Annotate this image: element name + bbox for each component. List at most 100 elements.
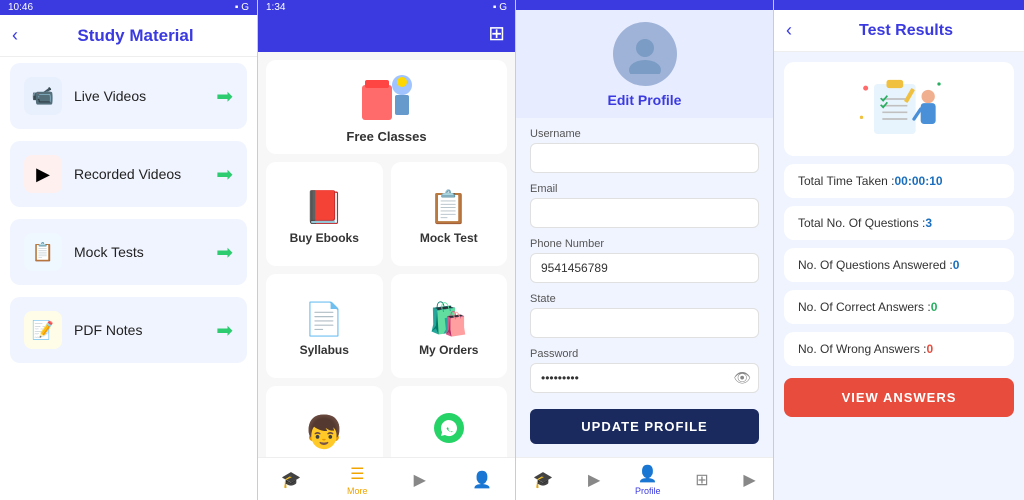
- time-1: 10:46: [8, 2, 33, 13]
- bottombar-2: 🎓 ☰ More ▶ 👤: [258, 457, 515, 500]
- home-grid-panel: 1:34 ▪ G ⊞ Free Classes 📕 Buy Ebooks 📋 M…: [258, 0, 516, 500]
- grid-item-syllabus[interactable]: 📄 Syllabus: [266, 274, 383, 378]
- test-results-body: Total Time Taken : 00:00:10 Total No. Of…: [774, 52, 1024, 500]
- wrong-value: 0: [927, 342, 934, 356]
- bottombar-3: 🎓 ▶ 👤 Profile ⊞ ▶: [516, 457, 773, 500]
- topbar-4: [774, 0, 1024, 10]
- home-grid-menu: 📕 Buy Ebooks 📋 Mock Test 📄 Syllabus 🛍️ M…: [258, 162, 515, 500]
- p3-videos[interactable]: ▶: [588, 470, 600, 490]
- total-q-value: 3: [925, 216, 932, 230]
- menu-item-live-videos[interactable]: 📹 Live Videos ➡: [10, 63, 247, 129]
- password-input[interactable]: [530, 363, 759, 393]
- password-group: Password 👁: [530, 348, 759, 393]
- bottombar-home[interactable]: 🎓: [281, 470, 301, 490]
- orders-icon: 🛍️: [429, 300, 469, 338]
- total-q-label: Total No. Of Questions :: [798, 216, 925, 230]
- email-group: Email: [530, 183, 759, 228]
- correct-label: No. Of Correct Answers :: [798, 300, 931, 314]
- test-results-panel: ‹ Test Results: [774, 0, 1024, 500]
- mock-tests-icon: 📋: [24, 233, 62, 271]
- username-input[interactable]: [530, 143, 759, 173]
- recorded-videos-label: Recorded Videos: [74, 166, 216, 182]
- email-label: Email: [530, 183, 759, 195]
- bottombar-videos[interactable]: ▶: [414, 470, 426, 490]
- p3-home[interactable]: 🎓: [533, 470, 553, 490]
- update-profile-button[interactable]: UPDATE PROFILE: [530, 409, 759, 444]
- panel1-title: Study Material: [26, 26, 245, 46]
- correct-value: 0: [931, 300, 938, 314]
- more-icon: ☰: [350, 464, 364, 484]
- mock-test-icon: 📋: [429, 188, 469, 226]
- status-bar-2: 1:34 ▪ G: [258, 0, 515, 15]
- back-button-4[interactable]: ‹: [786, 20, 792, 41]
- status-icons-2: ▪ G: [493, 2, 507, 13]
- grid-item-buy-ebooks[interactable]: 📕 Buy Ebooks: [266, 162, 383, 266]
- ebook-icon: 📕: [304, 188, 344, 226]
- password-label: Password: [530, 348, 759, 360]
- header-1: ‹ Study Material: [0, 15, 257, 57]
- mock-tests-arrow: ➡: [216, 240, 233, 265]
- study-material-panel: 10:46 ▪ G ‹ Study Material 📹 Live Videos…: [0, 0, 258, 500]
- phone-input[interactable]: [530, 253, 759, 283]
- pdf-notes-arrow: ➡: [216, 318, 233, 343]
- email-input[interactable]: [530, 198, 759, 228]
- grid-item-my-orders[interactable]: 🛍️ My Orders: [391, 274, 508, 378]
- grid-icon[interactable]: ⊞: [488, 21, 505, 46]
- bottombar-profile-2[interactable]: 👤: [472, 470, 492, 490]
- free-classes-illustration: [357, 70, 417, 125]
- edit-profile-title: Edit Profile: [608, 92, 682, 108]
- answered-value: 0: [953, 258, 960, 272]
- menu-item-pdf-notes[interactable]: 📝 PDF Notes ➡: [10, 297, 247, 363]
- profile-section: Edit Profile: [516, 10, 773, 118]
- bottombar-more[interactable]: ☰ More: [347, 464, 368, 496]
- result-wrong-card: No. Of Wrong Answers : 0: [784, 332, 1014, 366]
- p3-videos-icon: ▶: [588, 470, 600, 490]
- phone-group: Phone Number: [530, 238, 759, 283]
- wrong-label: No. Of Wrong Answers :: [798, 342, 927, 356]
- state-input[interactable]: [530, 308, 759, 338]
- p3-home-icon: 🎓: [533, 470, 553, 490]
- username-group: Username: [530, 128, 759, 173]
- p3-grid[interactable]: ⊞: [695, 470, 708, 490]
- results-illustration: [784, 62, 1014, 156]
- p3-play-icon: ▶: [743, 470, 755, 490]
- result-time-card: Total Time Taken : 00:00:10: [784, 164, 1014, 198]
- orders-label: My Orders: [419, 343, 478, 357]
- recorded-videos-arrow: ➡: [216, 162, 233, 187]
- profile-label: Profile: [635, 486, 661, 496]
- state-group: State: [530, 293, 759, 338]
- back-button-1[interactable]: ‹: [12, 25, 18, 46]
- live-videos-label: Live Videos: [74, 88, 216, 104]
- topbar-3: [516, 0, 773, 10]
- result-total-q-card: Total No. Of Questions : 3: [784, 206, 1014, 240]
- live-videos-icon: 📹: [24, 77, 62, 115]
- profile-icon-2: 👤: [472, 470, 492, 490]
- topbar-2: ⊞: [258, 15, 515, 52]
- mock-tests-label: Mock Tests: [74, 244, 216, 260]
- show-password-icon[interactable]: 👁: [733, 370, 751, 387]
- time-value: 00:00:10: [895, 174, 943, 188]
- profile-form: Username Email Phone Number State Passwo…: [516, 118, 773, 457]
- free-classes-label: Free Classes: [346, 129, 426, 144]
- password-field-row: 👁: [530, 363, 759, 393]
- p3-profile-icon: 👤: [638, 464, 658, 484]
- syllabus-icon: 📄: [304, 300, 344, 338]
- videos-icon: ▶: [414, 470, 426, 490]
- header-4: ‹ Test Results: [774, 10, 1024, 52]
- ebook-label: Buy Ebooks: [290, 231, 359, 245]
- status-icons-1: ▪ G: [235, 2, 249, 13]
- p3-play[interactable]: ▶: [743, 470, 755, 490]
- phone-label: Phone Number: [530, 238, 759, 250]
- more-label: More: [347, 486, 368, 496]
- p3-profile[interactable]: 👤 Profile: [635, 464, 661, 496]
- grid-item-mock-test[interactable]: 📋 Mock Test: [391, 162, 508, 266]
- view-answers-button[interactable]: VIEW ANSWERS: [784, 378, 1014, 417]
- pdf-notes-label: PDF Notes: [74, 322, 216, 338]
- panel4-title: Test Results: [800, 22, 1012, 40]
- state-label: State: [530, 293, 759, 305]
- free-classes-banner[interactable]: Free Classes: [266, 60, 507, 154]
- syllabus-label: Syllabus: [300, 343, 349, 357]
- menu-item-mock-tests[interactable]: 📋 Mock Tests ➡: [10, 219, 247, 285]
- result-answered-card: No. Of Questions Answered : 0: [784, 248, 1014, 282]
- menu-item-recorded-videos[interactable]: ▶ Recorded Videos ➡: [10, 141, 247, 207]
